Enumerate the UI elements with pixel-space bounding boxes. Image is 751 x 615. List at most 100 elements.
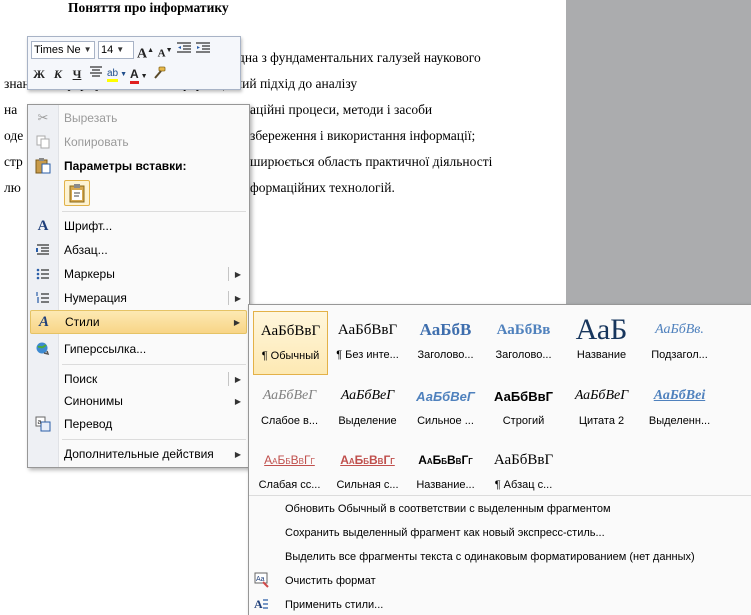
- style-sample: АаБбВеГ: [340, 388, 395, 403]
- workspace-background: [566, 0, 751, 305]
- style-tile-list-paragraph[interactable]: АаБбВвГ ¶ Абзац с...: [487, 441, 560, 503]
- menu-item-hyperlink[interactable]: Гиперссылка...: [30, 338, 247, 360]
- style-tile-quote-2[interactable]: АаБбВеГ Цитата 2: [565, 377, 638, 439]
- style-caption: Строгий: [502, 415, 545, 427]
- paragraph-icon: [32, 240, 54, 260]
- increase-indent-button[interactable]: [195, 41, 211, 59]
- font-size-combo[interactable]: 14 ▼: [98, 41, 134, 59]
- highlight-icon: ab: [107, 68, 119, 82]
- svg-text:A: A: [254, 597, 263, 611]
- style-tile-emphasis[interactable]: АаБбВеГ Выделение: [331, 377, 404, 439]
- style-caption: Название...: [416, 479, 475, 491]
- style-tile-strong[interactable]: АаБбВвГ Строгий: [487, 377, 560, 439]
- menu-item-label: Перевод: [64, 417, 113, 431]
- paste-keep-text-button[interactable]: [64, 180, 90, 206]
- document-line: на: [4, 102, 18, 117]
- menu-separator: [62, 364, 246, 365]
- format-painter-icon: [153, 66, 165, 79]
- style-caption: Заголово...: [495, 349, 552, 361]
- menu-item-synonyms[interactable]: Синонимы ▶: [30, 390, 247, 412]
- menu-item-copy[interactable]: Копировать: [30, 131, 247, 153]
- menu-item-label: Шрифт...: [64, 219, 113, 233]
- document-line: лю: [4, 180, 21, 195]
- document-line: аційні процеси, методи і засоби: [250, 102, 433, 117]
- font-icon: A: [37, 217, 49, 234]
- grow-font-icon: A: [137, 46, 148, 62]
- hyperlink-icon: [32, 339, 54, 359]
- save-quick-style-command[interactable]: Сохранить выделенный фрагмент как новый …: [285, 527, 605, 539]
- italic-button[interactable]: К: [50, 65, 66, 83]
- bold-button[interactable]: Ж: [31, 65, 47, 83]
- style-tile-intense-reference[interactable]: АаБбВвГг Сильная с...: [331, 441, 404, 503]
- style-tile-heading-1[interactable]: АаБбВ Заголово...: [409, 311, 482, 373]
- chevron-right-icon[interactable]: ▶: [235, 450, 241, 459]
- mini-toolbar: Times Ne ▼ 14 ▼ A▲ A▼ Ж К Ч ab ▼ A ▼: [27, 36, 241, 90]
- translate-icon: a: [32, 414, 54, 434]
- chevron-right-icon[interactable]: ▶: [235, 270, 241, 279]
- underline-button[interactable]: Ч: [69, 65, 85, 83]
- style-tile-intense-quote[interactable]: АаБбВеі Выделенн...: [643, 377, 716, 439]
- menu-item-more-actions[interactable]: Дополнительные действия ▶: [30, 443, 247, 465]
- chevron-down-icon[interactable]: ▼: [116, 42, 124, 58]
- style-sample: АаБбВвГг: [264, 453, 315, 467]
- decrease-indent-icon: [177, 42, 192, 53]
- style-sample: АаБбВвГ: [493, 451, 554, 468]
- menu-item-numbering[interactable]: Нумерация ▶: [30, 287, 247, 309]
- style-tile-subtitle[interactable]: АаБбВв. Подзагол...: [643, 311, 716, 373]
- menu-item-cut[interactable]: ✂ Вырезать: [30, 107, 247, 129]
- style-sample: АаБ: [575, 313, 628, 346]
- chevron-right-icon[interactable]: ▶: [235, 375, 241, 384]
- style-tile-heading-2[interactable]: АаБбВв Заголово...: [487, 311, 560, 373]
- style-tile-intense-emphasis[interactable]: АаБбВеГ Сильное ...: [409, 377, 482, 439]
- style-tile-book-title[interactable]: АаБбВвГг Название...: [409, 441, 482, 503]
- chevron-down-icon[interactable]: ▼: [84, 42, 92, 58]
- menu-item-paragraph[interactable]: Абзац...: [30, 239, 247, 261]
- document-line: дна з фундаментальних галузей наукового: [238, 50, 481, 65]
- style-tile-subtle-emphasis[interactable]: АаБбВеГ Слабое в...: [253, 377, 326, 439]
- chevron-right-icon[interactable]: ▶: [235, 397, 241, 406]
- apply-styles-icon: A: [253, 595, 271, 613]
- format-painter-button[interactable]: [151, 65, 167, 83]
- align-center-button[interactable]: [88, 65, 104, 83]
- style-caption: ¶ Абзац с...: [494, 479, 553, 491]
- chevron-right-icon[interactable]: ▶: [234, 318, 240, 327]
- align-center-icon: [90, 66, 102, 77]
- highlight-button[interactable]: ab ▼: [107, 65, 127, 83]
- style-tile-no-spacing[interactable]: АаБбВвГ ¶ Без инте...: [331, 311, 404, 373]
- menu-item-styles[interactable]: A Стили ▶: [30, 310, 247, 334]
- font-size-value: 14: [101, 44, 114, 56]
- copy-icon: [32, 132, 54, 152]
- menu-item-bullets[interactable]: Маркеры ▶: [30, 263, 247, 285]
- menu-item-search[interactable]: Поиск ▶: [30, 368, 247, 390]
- menu-item-label: Вырезать: [64, 111, 118, 125]
- document-line: стр: [4, 154, 23, 169]
- style-tile-subtle-reference[interactable]: АаБбВвГг Слабая сс...: [253, 441, 326, 503]
- submenu-split: [228, 372, 229, 386]
- chevron-right-icon[interactable]: ▶: [235, 294, 241, 303]
- document-line: оде: [4, 128, 24, 143]
- numbering-icon: [32, 288, 54, 308]
- submenu-split: [228, 267, 229, 281]
- document-line: формаційних технологій.: [250, 180, 395, 195]
- clipboard-icon: [32, 156, 54, 176]
- clear-formatting-command[interactable]: Очистить формат: [285, 575, 376, 587]
- gallery-separator: [249, 495, 751, 496]
- font-name-combo[interactable]: Times Ne ▼: [31, 41, 95, 59]
- shrink-font-button[interactable]: A▼: [157, 41, 173, 60]
- grow-font-button[interactable]: A▲: [137, 41, 154, 62]
- style-tile-normal[interactable]: АаБбВвГ ¶ Обычный: [253, 311, 328, 375]
- decrease-indent-button[interactable]: [176, 41, 192, 59]
- style-tile-title[interactable]: АаБ Название: [565, 311, 638, 373]
- apply-styles-command[interactable]: Применить стили...: [285, 599, 383, 611]
- submenu-split: [228, 291, 229, 305]
- font-color-button[interactable]: A ▼: [130, 65, 148, 84]
- style-caption: Слабая сс...: [258, 479, 321, 491]
- style-sample: АаБбВеГ: [574, 388, 629, 403]
- select-similar-formatting-command[interactable]: Выделить все фрагменты текста с одинаков…: [285, 551, 695, 563]
- context-menu: ✂ Вырезать Копировать Параметры вставки:…: [27, 104, 250, 468]
- style-caption: Название: [576, 349, 627, 361]
- document-title: Поняття про інформатику: [68, 0, 229, 15]
- update-normal-style-command[interactable]: Обновить Обычный в соответствии с выделе…: [285, 503, 611, 515]
- menu-item-font[interactable]: A Шрифт...: [30, 215, 247, 237]
- menu-item-translate[interactable]: a Перевод: [30, 413, 247, 435]
